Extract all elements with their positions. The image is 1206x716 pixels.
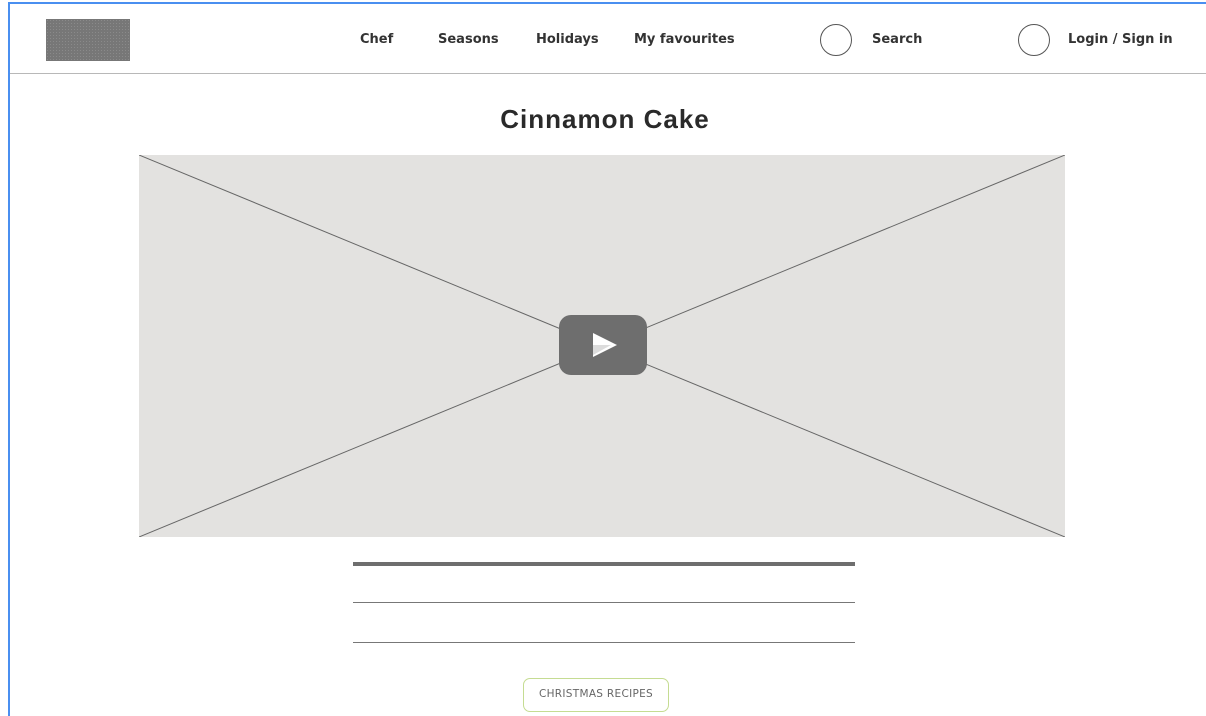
login-signin-link[interactable]: Login / Sign in xyxy=(1068,32,1173,47)
content-divider-primary xyxy=(353,562,855,566)
user-icon[interactable] xyxy=(1018,24,1050,56)
content-divider xyxy=(353,642,855,643)
play-button[interactable] xyxy=(559,315,647,375)
nav-item-my-favourites[interactable]: My favourites xyxy=(634,32,735,47)
top-navigation-bar: Chef Seasons Holidays My favourites Sear… xyxy=(10,4,1206,74)
nav-item-holidays[interactable]: Holidays xyxy=(536,32,599,47)
nav-item-chef[interactable]: Chef xyxy=(360,32,393,47)
search-icon[interactable] xyxy=(820,24,852,56)
page-frame: Chef Seasons Holidays My favourites Sear… xyxy=(8,2,1206,716)
search-link[interactable]: Search xyxy=(872,32,922,47)
tag-christmas-recipes[interactable]: CHRISTMAS RECIPES xyxy=(523,678,669,712)
content-divider xyxy=(353,602,855,603)
nav-item-seasons[interactable]: Seasons xyxy=(438,32,499,47)
play-icon xyxy=(593,333,617,357)
site-logo[interactable] xyxy=(46,19,130,61)
video-player-placeholder[interactable] xyxy=(139,155,1065,537)
recipe-title: Cinnamon Cake xyxy=(500,104,710,134)
